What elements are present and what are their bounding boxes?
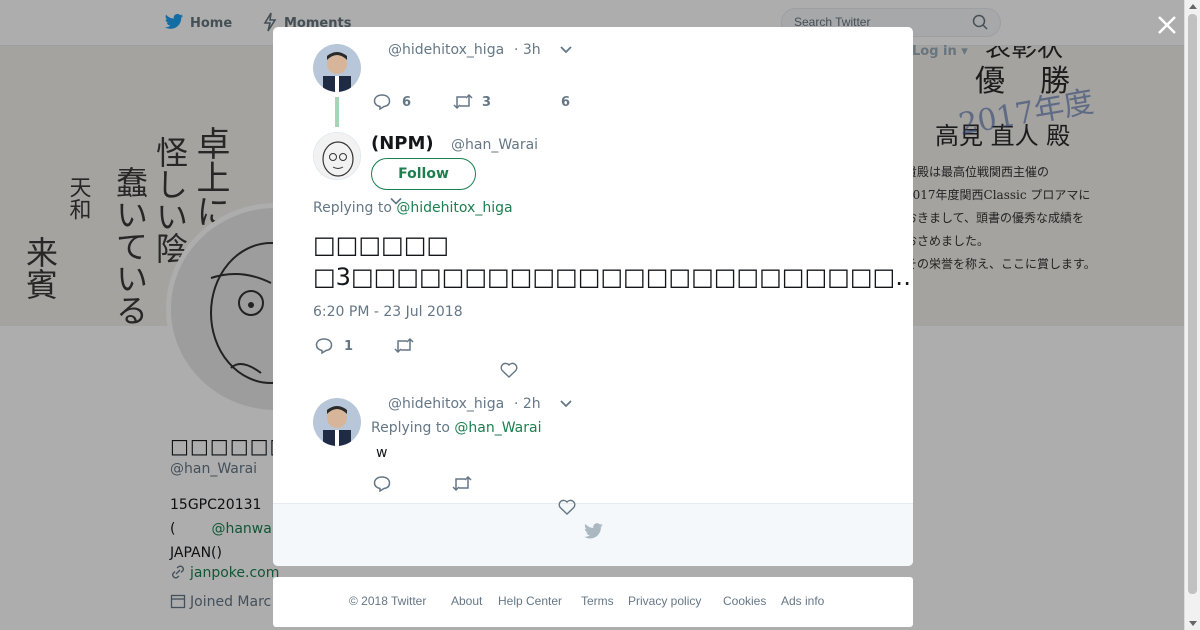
tweet-text: □□□□□□ □3□□□□□□□□□□□□□□□□□□□□□□□□…_(´□`□… <box>313 229 913 293</box>
tweet-time[interactable]: · 2h <box>514 396 541 412</box>
tweet-permalink-modal: @hidehitox_higa · 3h 6 3 6 (NPM) @han_Wa… <box>273 27 913 566</box>
replying-prefix: Replying to <box>371 420 450 436</box>
chevron-down-icon[interactable] <box>560 399 572 409</box>
footer-link-about[interactable]: About <box>451 594 482 608</box>
tweet-handle[interactable]: @hidehitox_higa <box>388 396 504 412</box>
retweet-icon[interactable] <box>452 475 472 492</box>
reply-count: 6 <box>402 95 412 110</box>
tweet-timestamp[interactable]: 6:20 PM - 23 Jul 2018 <box>313 304 463 320</box>
reply-icon[interactable] <box>373 475 391 492</box>
tweet-time[interactable]: · 3h <box>514 42 541 58</box>
replying-prefix: Replying to <box>313 200 392 216</box>
follow-button[interactable]: Follow <box>371 158 476 190</box>
tweet-text-line-1: □□□□□□ <box>313 231 450 259</box>
author-handle[interactable]: @han_Warai <box>451 137 538 153</box>
retweet-count: 3 <box>482 95 492 110</box>
modal-footer-bar <box>273 499 913 566</box>
site-footer: © 2018 Twitter About Help Center Terms P… <box>273 577 913 627</box>
close-icon[interactable] <box>1155 13 1179 37</box>
twitter-bird-icon <box>584 523 603 539</box>
scrollbar-thumb[interactable] <box>1188 14 1197 594</box>
replying-handle-link[interactable]: @han_Warai <box>454 420 541 436</box>
replying-handle-link[interactable]: @hidehitox_higa <box>396 200 512 216</box>
scroll-down-arrow-icon[interactable] <box>1189 621 1197 626</box>
thread-line <box>335 97 339 127</box>
retweet-icon[interactable] <box>453 93 473 110</box>
author-name[interactable]: (NPM) <box>371 133 434 154</box>
replying-to-label: Replying to @hidehitox_higa <box>313 200 513 216</box>
footer-link-help-center[interactable]: Help Center <box>498 594 562 608</box>
avatar[interactable] <box>313 398 361 446</box>
heart-icon[interactable] <box>558 499 576 515</box>
chevron-down-icon[interactable] <box>560 45 572 55</box>
reply-icon[interactable] <box>315 337 333 354</box>
footer-link-cookies[interactable]: Cookies <box>723 594 766 608</box>
login-button[interactable]: Log in ▾ <box>912 44 968 59</box>
like-count: 6 <box>561 95 571 110</box>
scrollbar[interactable] <box>1184 0 1200 630</box>
footer-link-terms[interactable]: Terms <box>581 594 614 608</box>
tweet-text-line-2: □3□□□□□□□□□□□□□□□□□□□□□□□□…_(´□`□ ∠)_ <box>313 263 913 291</box>
reply-count: 1 <box>344 339 354 354</box>
heart-icon[interactable] <box>500 362 518 378</box>
retweet-icon[interactable] <box>394 337 414 354</box>
replying-to-label: Replying to @han_Warai <box>371 420 541 436</box>
scroll-up-arrow-icon[interactable] <box>1189 4 1197 9</box>
login-label: Log in <box>912 44 957 59</box>
footer-link-privacy[interactable]: Privacy policy <box>628 594 701 608</box>
footer-link-ads-info[interactable]: Ads info <box>781 594 824 608</box>
avatar[interactable] <box>313 44 361 92</box>
reply-icon[interactable] <box>373 93 391 110</box>
tweet-handle[interactable]: @hidehitox_higa <box>388 42 504 58</box>
tweet-text: w <box>376 445 388 461</box>
avatar[interactable] <box>313 132 361 180</box>
footer-copyright: © 2018 Twitter <box>349 594 427 608</box>
